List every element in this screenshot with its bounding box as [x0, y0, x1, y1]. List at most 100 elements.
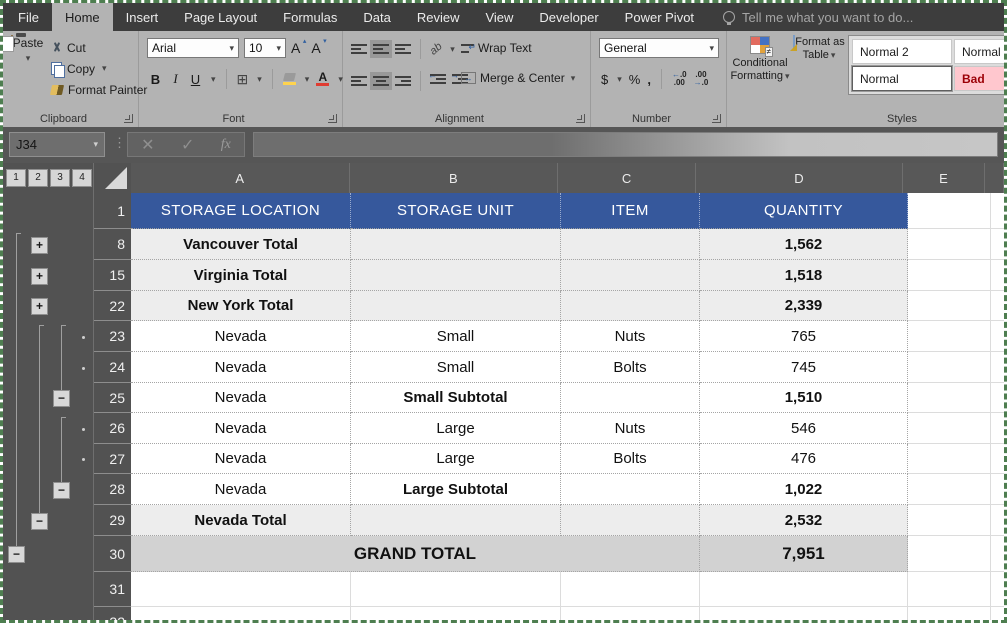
- cell-d23[interactable]: 765: [700, 321, 908, 352]
- tell-me-box[interactable]: Tell me what you want to do...: [723, 3, 913, 31]
- cell-c29[interactable]: [561, 505, 700, 536]
- dialog-launcher-icon[interactable]: [124, 114, 133, 123]
- cell-e31[interactable]: [908, 572, 991, 607]
- cell-c24[interactable]: Bolts: [561, 352, 700, 383]
- cell-a24[interactable]: Nevada: [131, 352, 351, 383]
- cell-f15[interactable]: [991, 260, 1004, 291]
- underline-button[interactable]: U: [189, 72, 202, 87]
- dialog-launcher-icon[interactable]: [712, 114, 721, 123]
- outline-collapse-button-row-29[interactable]: −: [31, 513, 48, 530]
- cell-c28[interactable]: [561, 474, 700, 505]
- outline-collapse-button-row-25[interactable]: −: [53, 390, 70, 407]
- increase-decimal-button[interactable]: ←.0.00: [672, 71, 687, 87]
- cell-b26[interactable]: Large: [351, 413, 561, 444]
- chevron-down-icon[interactable]: ▾: [617, 74, 622, 85]
- cell-a23[interactable]: Nevada: [131, 321, 351, 352]
- cell-b28[interactable]: Large Subtotal: [351, 474, 561, 505]
- cell-c27[interactable]: Bolts: [561, 444, 700, 474]
- cell-d32[interactable]: [700, 607, 908, 620]
- currency-format-button[interactable]: $: [601, 72, 608, 87]
- cell-d26[interactable]: 546: [700, 413, 908, 444]
- cell-f27[interactable]: [991, 444, 1004, 474]
- chevron-down-icon[interactable]: ▾: [305, 74, 310, 85]
- style-normal[interactable]: Normal: [954, 39, 1007, 64]
- cell-f26[interactable]: [991, 413, 1004, 444]
- cell-a22[interactable]: New York Total: [131, 291, 351, 321]
- cell-c22[interactable]: [561, 291, 700, 321]
- row-header-26[interactable]: 26: [94, 413, 131, 444]
- cell-d15[interactable]: 1,518: [700, 260, 908, 291]
- header-cell-c[interactable]: ITEM: [561, 193, 700, 229]
- tab-power-pivot[interactable]: Power Pivot: [612, 3, 707, 31]
- align-top-button[interactable]: [351, 43, 367, 55]
- align-bottom-button[interactable]: [395, 43, 411, 55]
- row-header-30[interactable]: 30: [94, 536, 131, 572]
- decrease-decimal-button[interactable]: .00→.0: [694, 71, 709, 87]
- cell-f25[interactable]: [991, 383, 1004, 413]
- row-header-32[interactable]: 32: [94, 607, 131, 620]
- name-box[interactable]: J34 ▾: [9, 132, 105, 157]
- cell-a26[interactable]: Nevada: [131, 413, 351, 444]
- cell-b24[interactable]: Small: [351, 352, 561, 383]
- cell-f29[interactable]: [991, 505, 1004, 536]
- cell-e25[interactable]: [908, 383, 991, 413]
- cell-a15[interactable]: Virginia Total: [131, 260, 351, 291]
- merge-center-button[interactable]: Merge & Center ▾: [461, 67, 575, 89]
- borders-button[interactable]: ⊞: [237, 73, 249, 85]
- header-cell-b[interactable]: STORAGE UNIT: [351, 193, 561, 229]
- tab-review[interactable]: Review: [404, 3, 473, 31]
- row-header-22[interactable]: 22: [94, 291, 131, 321]
- cell-f22[interactable]: [991, 291, 1004, 321]
- cell-d29[interactable]: 2,532: [700, 505, 908, 536]
- conditional-formatting-button[interactable]: ≠ Conditional Formatting▾: [729, 36, 791, 83]
- cell-e27[interactable]: [908, 444, 991, 474]
- cell-d22[interactable]: 2,339: [700, 291, 908, 321]
- dialog-launcher-icon[interactable]: [328, 114, 337, 123]
- cell-e30[interactable]: [908, 536, 991, 572]
- cell-d8[interactable]: 1,562: [700, 229, 908, 260]
- cell-e22[interactable]: [908, 291, 991, 321]
- cell-a28[interactable]: Nevada: [131, 474, 351, 505]
- tab-data[interactable]: Data: [350, 3, 403, 31]
- row-header-29[interactable]: 29: [94, 505, 131, 536]
- cell-c31[interactable]: [561, 572, 700, 607]
- cell-d25[interactable]: 1,510: [700, 383, 908, 413]
- cell-f30[interactable]: [991, 536, 1004, 572]
- row-header-24[interactable]: 24: [94, 352, 131, 383]
- cell-f24[interactable]: [991, 352, 1004, 383]
- cell-b32[interactable]: [351, 607, 561, 620]
- cell-d30[interactable]: 7,951: [700, 536, 908, 572]
- tab-file[interactable]: File: [5, 3, 52, 31]
- cut-button[interactable]: Cut: [51, 37, 147, 58]
- copy-button[interactable]: Copy ▾: [51, 58, 147, 79]
- fill-color-button[interactable]: [283, 73, 296, 85]
- row-header-31[interactable]: 31: [94, 572, 131, 607]
- font-size-select[interactable]: 10 ▾: [244, 38, 286, 58]
- cell-e23[interactable]: [908, 321, 991, 352]
- tab-view[interactable]: View: [472, 3, 526, 31]
- style-normal-2[interactable]: Normal 2: [852, 39, 952, 64]
- tab-formulas[interactable]: Formulas: [270, 3, 350, 31]
- outline-collapse-button-row-28[interactable]: −: [53, 482, 70, 499]
- cell-a27[interactable]: Nevada: [131, 444, 351, 474]
- cell-b22[interactable]: [351, 291, 561, 321]
- tab-insert[interactable]: Insert: [113, 3, 172, 31]
- chevron-down-icon[interactable]: ▾: [450, 44, 455, 55]
- cell-e24[interactable]: [908, 352, 991, 383]
- cell-f8[interactable]: [991, 229, 1004, 260]
- cell-c26[interactable]: Nuts: [561, 413, 700, 444]
- cell-d27[interactable]: 476: [700, 444, 908, 474]
- formula-bar-splitter[interactable]: ⋮: [113, 135, 126, 151]
- increase-font-size-button[interactable]: A▴: [291, 40, 306, 56]
- cell-a25[interactable]: Nevada: [131, 383, 351, 413]
- align-left-button[interactable]: [351, 75, 367, 87]
- cell-c25[interactable]: [561, 383, 700, 413]
- cancel-icon[interactable]: ✕: [141, 135, 154, 155]
- outline-expand-button-row-15[interactable]: +: [31, 268, 48, 285]
- insert-function-button[interactable]: fx: [221, 137, 231, 153]
- font-name-select[interactable]: Arial ▾: [147, 38, 239, 58]
- cell-b23[interactable]: Small: [351, 321, 561, 352]
- outline-expand-button-row-8[interactable]: +: [31, 237, 48, 254]
- row-header-28[interactable]: 28: [94, 474, 131, 505]
- row-header-23[interactable]: 23: [94, 321, 131, 352]
